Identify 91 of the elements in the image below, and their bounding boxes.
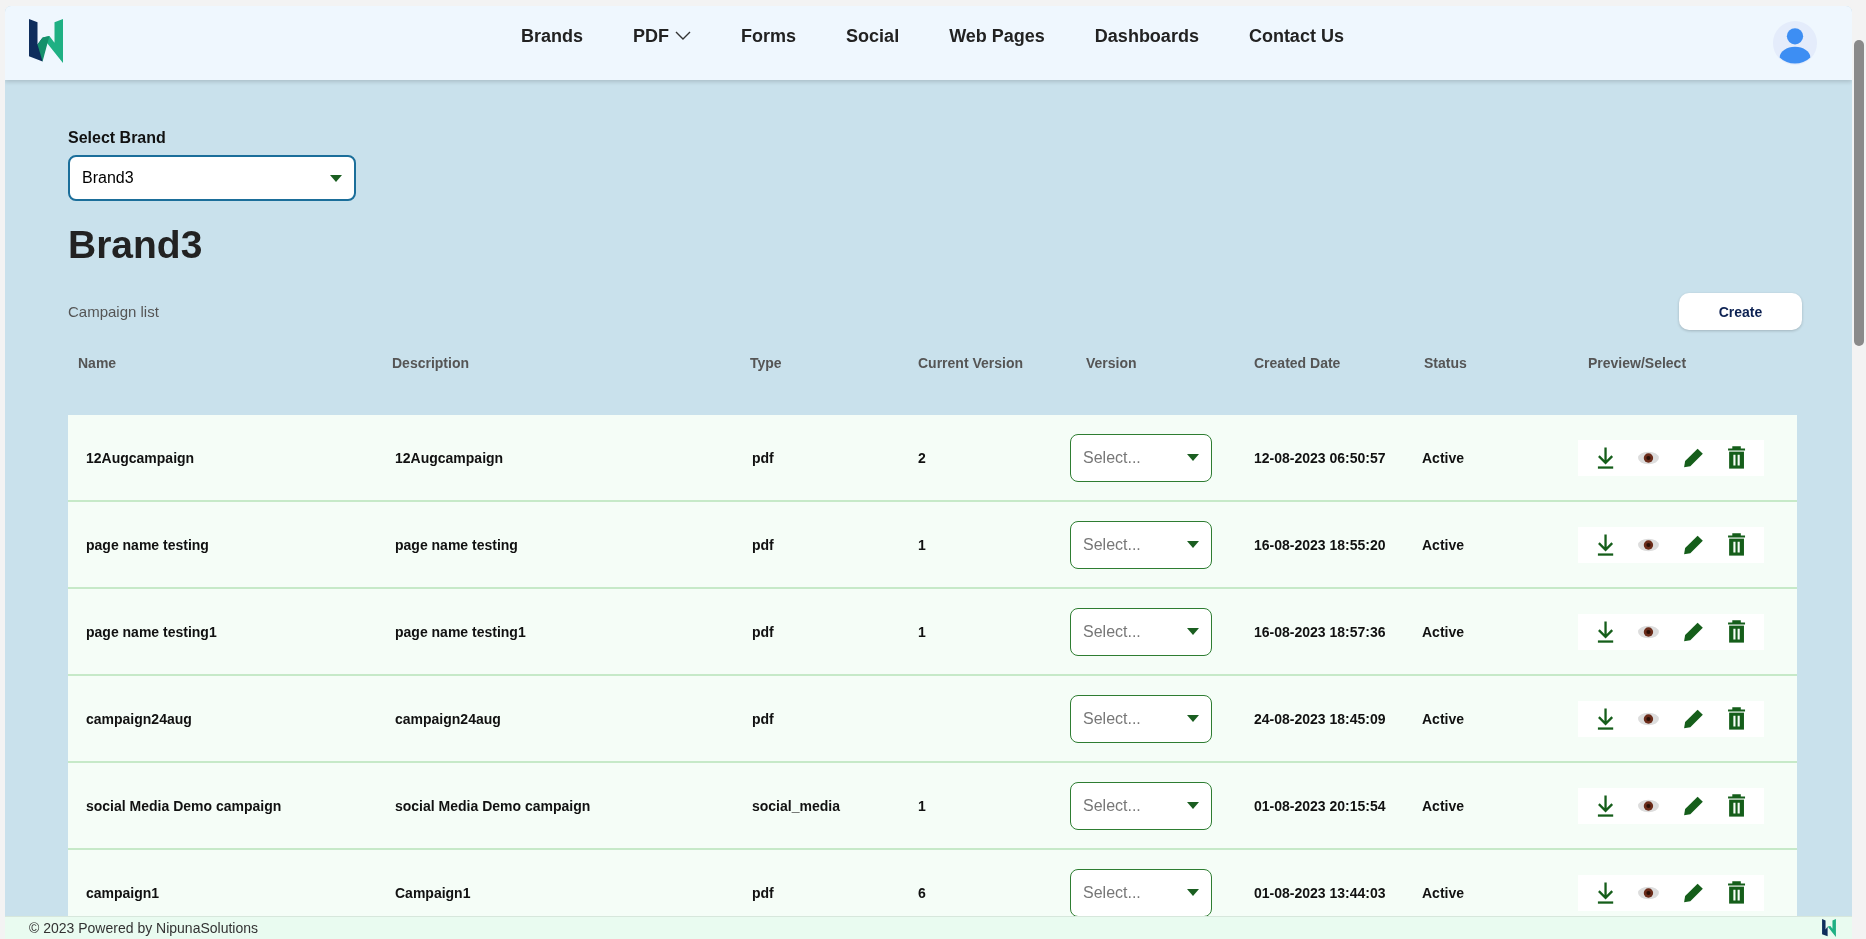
table-cell-text: 1 (917, 536, 927, 553)
table-cell-text: Active (1421, 449, 1466, 466)
column-header: Version (1086, 355, 1138, 371)
download-icon[interactable] (1596, 793, 1616, 818)
table-cell-text: campaign24aug (85, 710, 193, 727)
table-cell-text: 2 (917, 449, 927, 466)
table-cell-text: social Media Demo campaign (394, 797, 592, 814)
column-header: Description (392, 355, 470, 371)
table-cell-text: Active (1421, 884, 1466, 901)
nav-link[interactable]: PDF (633, 25, 692, 47)
table-cell-text: Active (1421, 623, 1466, 640)
version-select[interactable]: Select... (1070, 694, 1212, 743)
nav-link[interactable]: Web Pages (949, 25, 1045, 47)
footer-text: © 2023 Powered by NipunaSolutions (29, 920, 259, 936)
brand-select[interactable]: Brand3 (68, 155, 356, 201)
eye-icon[interactable] (1637, 884, 1660, 901)
column-header: Name (78, 355, 118, 371)
column-header: Status (1424, 355, 1468, 371)
table-cell-text: social_media (751, 797, 841, 814)
column-header: Created Date (1254, 355, 1342, 371)
caret-icon (1187, 454, 1199, 461)
caret-icon (330, 174, 342, 182)
table-cell-text: pdf (751, 449, 775, 466)
nav-link[interactable]: Forms (741, 25, 797, 47)
table-cell-text: 1 (917, 797, 927, 814)
trash-icon[interactable] (1726, 880, 1746, 905)
column-header: Preview/Select (1588, 355, 1688, 371)
table-cell-text: 12Augcampaign (394, 449, 505, 466)
version-select[interactable]: Select... (1070, 607, 1212, 656)
table-cell-text: page name testing1 (394, 623, 527, 640)
chevron-down-icon (675, 31, 692, 41)
nav-link[interactable]: Dashboards (1094, 25, 1199, 47)
table-cell-text: 01-08-2023 20:15:54 (1253, 797, 1387, 814)
table-cell-text: Active (1421, 710, 1466, 727)
eye-icon[interactable] (1637, 449, 1660, 466)
table-cell-text: pdf (751, 536, 775, 553)
trash-icon[interactable] (1726, 793, 1746, 818)
table-cell-text: 16-08-2023 18:57:36 (1253, 623, 1387, 640)
caret-icon (1187, 715, 1199, 722)
table-cell-text: 6 (917, 884, 927, 901)
nav-link[interactable]: Brands (521, 25, 584, 47)
version-select[interactable]: Select... (1070, 868, 1212, 917)
table-cell-text: 01-08-2023 13:44:03 (1253, 884, 1387, 901)
eye-icon[interactable] (1637, 623, 1660, 640)
version-select[interactable]: Select... (1070, 520, 1212, 569)
table-cell-text: 12-08-2023 06:50:57 (1253, 449, 1387, 466)
nav-link[interactable]: Social (846, 25, 900, 47)
table-cell-text: 12Augcampaign (85, 449, 196, 466)
trash-icon[interactable] (1726, 706, 1746, 731)
table-cell-text: Active (1421, 797, 1466, 814)
table-cell-text: page name testing (85, 536, 210, 553)
logo-icon[interactable] (29, 18, 63, 64)
download-icon[interactable] (1596, 532, 1616, 557)
caret-icon (1187, 628, 1199, 635)
download-icon[interactable] (1596, 445, 1616, 470)
user-avatar-icon[interactable] (1772, 20, 1818, 66)
field-label: Select Brand (68, 129, 167, 147)
eye-icon[interactable] (1637, 536, 1660, 553)
version-select[interactable]: Select... (1070, 781, 1212, 830)
trash-icon[interactable] (1726, 445, 1746, 470)
trash-icon[interactable] (1726, 619, 1746, 644)
eye-icon[interactable] (1637, 797, 1660, 814)
eye-icon[interactable] (1637, 710, 1660, 727)
table-cell-text: social Media Demo campaign (85, 797, 283, 814)
version-select[interactable]: Select... (1070, 433, 1212, 482)
column-header: Current Version (918, 355, 1025, 371)
table-cell-text: page name testing (394, 536, 519, 553)
download-icon[interactable] (1596, 880, 1616, 905)
table-cell-text: page name testing1 (85, 623, 218, 640)
table-cell-text: 1 (917, 623, 927, 640)
download-icon[interactable] (1596, 706, 1616, 731)
download-icon[interactable] (1596, 619, 1616, 644)
table-cell-text: 16-08-2023 18:55:20 (1253, 536, 1387, 553)
table-cell-text: Campaign1 (394, 884, 472, 901)
caret-icon (1187, 541, 1199, 548)
section-title: Campaign list (68, 303, 159, 320)
nav-link[interactable]: Contact Us (1248, 25, 1344, 47)
create-button[interactable]: Create (1679, 293, 1802, 330)
column-header: Type (750, 355, 783, 371)
table-cell-text: pdf (751, 884, 775, 901)
page-heading: Brand3 (68, 223, 204, 267)
table-cell-text: campaign24aug (394, 710, 502, 727)
caret-icon (1187, 802, 1199, 809)
table-cell-text: pdf (751, 710, 775, 727)
table-cell-text: Active (1421, 536, 1466, 553)
table-cell-text: campaign1 (85, 884, 161, 901)
trash-icon[interactable] (1726, 532, 1746, 557)
table-cell-text: pdf (751, 623, 775, 640)
table-cell-text: 24-08-2023 18:45:09 (1253, 710, 1387, 727)
logo-icon (1822, 919, 1836, 937)
caret-icon (1187, 889, 1199, 896)
